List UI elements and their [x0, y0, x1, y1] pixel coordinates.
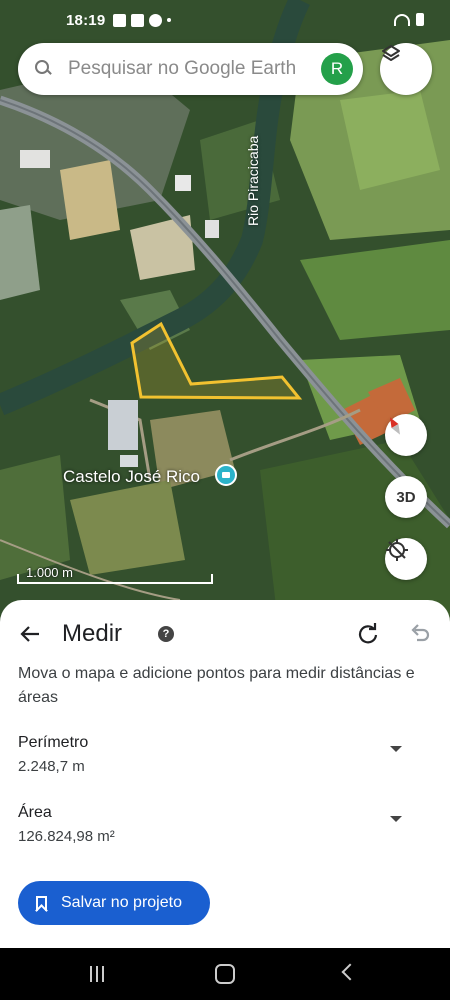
- system-back-button[interactable]: [341, 963, 359, 981]
- bookmark-icon: [36, 895, 47, 911]
- perimeter-row[interactable]: Perímetro 2.248,7 m: [18, 734, 432, 784]
- gallery-icon: [113, 13, 127, 27]
- wifi-icon: [394, 13, 410, 26]
- perimeter-label: Perímetro: [18, 734, 89, 751]
- battery-icon: [416, 13, 424, 26]
- save-to-project-button[interactable]: Salvar no projeto: [18, 881, 210, 925]
- whatsapp-icon: [149, 13, 163, 27]
- help-icon[interactable]: ?: [158, 626, 174, 642]
- undo-icon[interactable]: [408, 621, 432, 645]
- recents-button[interactable]: [90, 966, 108, 982]
- account-avatar[interactable]: R: [321, 53, 353, 85]
- scale-label: 1.000 m: [26, 565, 73, 580]
- redo-icon[interactable]: [356, 621, 380, 645]
- scale-bar: 1.000 m: [14, 565, 214, 585]
- layers-button[interactable]: [380, 43, 432, 95]
- home-button[interactable]: [215, 964, 235, 984]
- save-button-label: Salvar no projeto: [61, 894, 182, 911]
- area-row[interactable]: Área 126.824,98 m²: [18, 804, 432, 854]
- panel-header: Medir ?: [0, 616, 450, 656]
- place-label[interactable]: Castelo José Rico: [63, 467, 200, 487]
- area-label: Área: [18, 804, 52, 821]
- layers-icon: [382, 45, 400, 61]
- river-label: Rio Piracicaba: [245, 135, 261, 226]
- my-location-button[interactable]: [385, 538, 427, 580]
- measure-instruction: Mova o mapa e adicione pontos para medir…: [18, 665, 415, 706]
- search-input[interactable]: Pesquisar no Google Earth: [68, 58, 321, 80]
- compass-button[interactable]: [385, 414, 427, 456]
- panel-title: Medir: [62, 620, 123, 647]
- status-bar: 18:19: [0, 0, 450, 40]
- satellite-map[interactable]: 18:19 Pesquisar no Google Earth R Rio Pi…: [0, 0, 450, 640]
- camera-pin-icon[interactable]: [215, 464, 237, 486]
- measure-panel: Medir ? Mova o mapa e adicione pontos pa…: [0, 600, 450, 948]
- area-value: 126.824,98 m²: [18, 828, 115, 845]
- app-notification-icon: [131, 13, 145, 27]
- map-imagery: [0, 0, 450, 640]
- chevron-down-icon[interactable]: [390, 816, 402, 822]
- 3d-toggle-button[interactable]: 3D: [385, 476, 427, 518]
- status-time: 18:19: [66, 11, 106, 29]
- search-bar[interactable]: Pesquisar no Google Earth R: [18, 43, 363, 95]
- perimeter-value: 2.248,7 m: [18, 758, 85, 775]
- search-icon: [34, 59, 54, 79]
- more-notifications-icon: [167, 18, 172, 22]
- back-arrow-icon[interactable]: [18, 622, 42, 646]
- system-nav-bar: [0, 948, 450, 1000]
- chevron-down-icon[interactable]: [390, 746, 402, 752]
- compass-icon: [390, 417, 400, 435]
- location-off-icon: [386, 539, 408, 561]
- notification-icons: [113, 13, 172, 27]
